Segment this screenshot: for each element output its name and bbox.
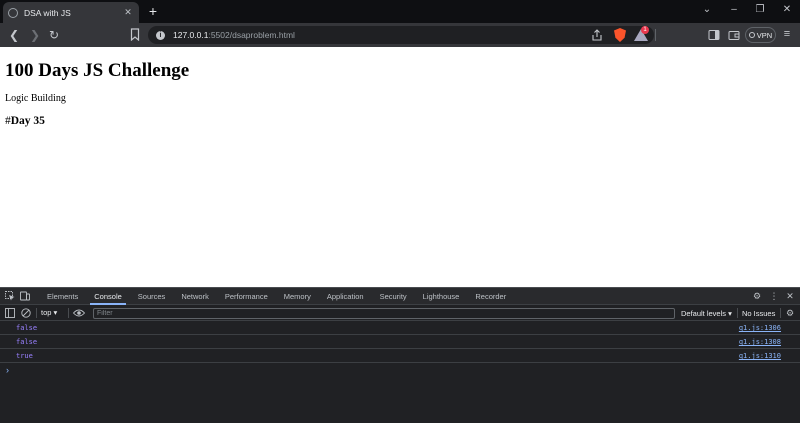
console-log-row: false q1.js:1306 (0, 322, 800, 335)
bookmark-icon[interactable] (130, 28, 140, 41)
log-source-link[interactable]: q1.js:1308 (739, 337, 781, 348)
devtools-panel: Elements Console Sources Network Perform… (0, 287, 800, 423)
log-levels-dropdown[interactable]: Default levels ▾ (681, 308, 732, 319)
device-toolbar-icon[interactable] (20, 291, 30, 301)
day-label: Day 35 (10, 115, 45, 127)
restore-icon[interactable]: ❐ (753, 4, 767, 16)
tab-strip: DSA with JS ✕ + ⌄ – ❐ ✕ (0, 0, 800, 23)
minimize-icon[interactable]: – (727, 4, 741, 16)
day-heading: #Day 35 (5, 115, 45, 127)
tab-console[interactable]: Console (86, 288, 130, 305)
log-value: true (16, 352, 33, 360)
globe-icon (8, 7, 18, 18)
console-settings-icon[interactable]: ⚙ (785, 308, 795, 318)
vpn-label: VPN (756, 30, 773, 40)
vpn-icon (748, 32, 755, 38)
tab-elements[interactable]: Elements (39, 288, 86, 305)
tab-memory[interactable]: Memory (276, 288, 319, 305)
rewards-badge: 1 (641, 26, 649, 34)
console-sidebar-icon[interactable] (5, 308, 15, 318)
devtools-tabs: Elements Console Sources Network Perform… (39, 288, 514, 305)
vpn-button[interactable]: VPN (745, 27, 776, 43)
tab-performance[interactable]: Performance (217, 288, 276, 305)
tab-network[interactable]: Network (173, 288, 217, 305)
devtools-tabbar: Elements Console Sources Network Perform… (0, 288, 800, 305)
menu-icon[interactable]: ≡ (781, 28, 793, 41)
reload-icon[interactable]: ↻ (47, 28, 61, 42)
site-info-icon[interactable]: i (156, 30, 165, 40)
sidebar-icon[interactable] (708, 29, 720, 41)
wallet-icon[interactable] (728, 29, 740, 41)
address-bar[interactable]: i 127.0.0.1:5502/dsaproblem.html (148, 26, 654, 44)
console-output: false q1.js:1306 false q1.js:1308 true q… (0, 322, 800, 423)
levels-label: Default levels (681, 309, 727, 318)
close-icon[interactable]: ✕ (122, 7, 134, 18)
console-toolbar: top ▾ Default levels ▾ No Issues ⚙ (0, 306, 800, 321)
toolbar-divider (36, 308, 37, 318)
browser-toolbar: ❮ ❯ ↻ i 127.0.0.1:5502/dsaproblem.html 1… (0, 23, 800, 47)
tab-sources[interactable]: Sources (130, 288, 174, 305)
url-text[interactable]: 127.0.0.1:5502/dsaproblem.html (173, 30, 295, 40)
toolbar-divider (780, 308, 781, 318)
forward-icon[interactable]: ❯ (28, 28, 42, 42)
context-selector[interactable]: top ▾ (41, 307, 57, 319)
page-subtitle: Logic Building (5, 93, 66, 104)
close-devtools-icon[interactable]: ✕ (785, 291, 795, 301)
console-log-row: true q1.js:1310 (0, 350, 800, 363)
console-log-row: false q1.js:1308 (0, 336, 800, 349)
close-window-icon[interactable]: ✕ (780, 4, 794, 16)
toolbar-divider (655, 29, 656, 41)
live-expression-eye-icon[interactable] (73, 308, 85, 318)
settings-gear-icon[interactable]: ⚙ (752, 291, 762, 301)
more-options-icon[interactable]: ⋮ (769, 291, 779, 301)
tab-search-icon[interactable]: ⌄ (700, 4, 714, 16)
tab-security[interactable]: Security (372, 288, 415, 305)
clear-console-icon[interactable] (21, 308, 31, 318)
toolbar-divider (68, 308, 69, 318)
console-filter-input[interactable] (93, 308, 675, 319)
page-viewport: 100 Days JS Challenge Logic Building #Da… (0, 47, 800, 287)
log-source-link[interactable]: q1.js:1306 (739, 323, 781, 334)
share-icon[interactable] (591, 29, 603, 41)
console-prompt[interactable]: › (0, 364, 800, 377)
page-heading: 100 Days JS Challenge (5, 60, 190, 81)
log-source-link[interactable]: q1.js:1310 (739, 351, 781, 362)
new-tab-button[interactable]: + (146, 3, 160, 19)
toolbar-divider (737, 308, 738, 318)
log-value: false (16, 338, 38, 346)
issues-counter[interactable]: No Issues (742, 308, 775, 319)
context-label: top (41, 308, 52, 317)
tab-application[interactable]: Application (319, 288, 372, 305)
browser-tab[interactable]: DSA with JS ✕ (3, 2, 139, 23)
tab-recorder[interactable]: Recorder (467, 288, 514, 305)
tab-title: DSA with JS (24, 7, 71, 18)
back-icon[interactable]: ❮ (7, 28, 21, 42)
log-value: false (16, 324, 38, 332)
prompt-caret-icon: › (6, 365, 9, 375)
tab-lighthouse[interactable]: Lighthouse (415, 288, 468, 305)
inspect-element-icon[interactable] (5, 291, 15, 301)
